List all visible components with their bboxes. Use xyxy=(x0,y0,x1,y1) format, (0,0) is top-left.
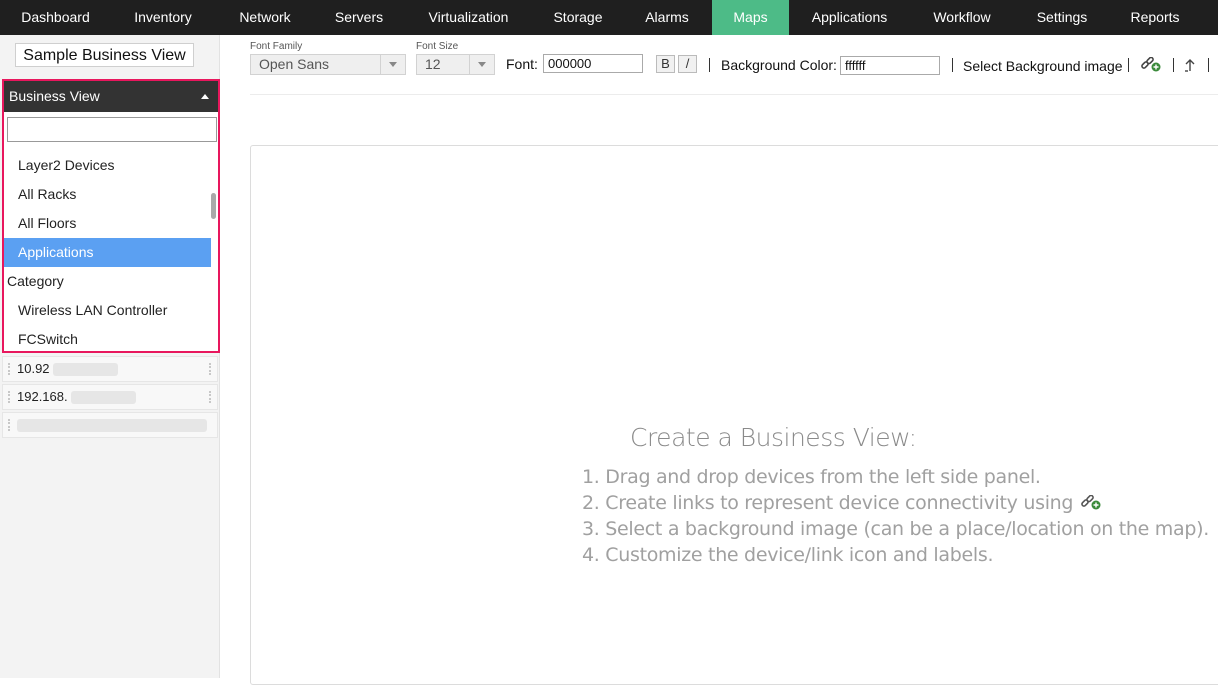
nav-applications[interactable]: Applications xyxy=(789,0,910,35)
device-label: 10.92 xyxy=(17,361,50,376)
font-family-value: Open Sans xyxy=(259,56,330,72)
drag-handle-icon[interactable] xyxy=(8,419,12,431)
option-all-floors[interactable]: All Floors xyxy=(4,209,211,238)
device-list-item[interactable] xyxy=(2,412,218,438)
instruction-step: 3. Select a background image (can be a p… xyxy=(582,518,1209,540)
drag-handle-icon[interactable] xyxy=(209,363,213,375)
add-link-icon xyxy=(1081,494,1101,510)
instruction-step-text: 2. Create links to represent device conn… xyxy=(582,492,1074,514)
dropdown-scrollbar[interactable] xyxy=(211,193,216,219)
nav-inventory[interactable]: Inventory xyxy=(111,0,215,35)
top-nav: Dashboard Inventory Network Servers Virt… xyxy=(0,0,1218,35)
device-list-item[interactable]: 10.92 xyxy=(2,356,218,382)
instructions-title: Create a Business View: xyxy=(630,423,917,452)
instruction-step: 4. Customize the device/link icon and la… xyxy=(582,544,994,566)
business-view-dropdown: Business View Layer2 Devices All Racks A… xyxy=(2,79,220,353)
dropdown-header-label: Business View xyxy=(9,88,100,104)
drag-handle-icon[interactable] xyxy=(8,363,12,375)
toolbar-separator xyxy=(709,58,710,72)
instruction-step: 1. Drag and drop devices from the left s… xyxy=(582,466,1041,488)
nav-storage[interactable]: Storage xyxy=(534,0,622,35)
nav-dashboard[interactable]: Dashboard xyxy=(0,0,111,35)
nav-workflow[interactable]: Workflow xyxy=(910,0,1014,35)
nav-maps[interactable]: Maps xyxy=(712,0,789,35)
select-background-image-link[interactable]: Select Background image xyxy=(963,58,1123,74)
device-list-item[interactable]: 192.168. xyxy=(2,384,218,410)
font-size-label: Font Size xyxy=(416,41,459,52)
redacted-text xyxy=(17,419,207,432)
device-label: 192.168. xyxy=(17,389,68,404)
dropdown-search-input[interactable] xyxy=(7,117,217,142)
chevron-down-icon xyxy=(389,62,397,67)
font-color-label: Font: xyxy=(506,56,538,72)
font-family-label: Font Family xyxy=(250,41,303,52)
option-wireless-lan-controller[interactable]: Wireless LAN Controller xyxy=(4,296,211,325)
toolbar-separator xyxy=(1173,58,1174,72)
toolbar-separator xyxy=(952,58,953,72)
business-view-dropdown-header[interactable]: Business View xyxy=(4,81,218,112)
drag-handle-icon[interactable] xyxy=(8,391,12,403)
option-all-racks[interactable]: All Racks xyxy=(4,180,211,209)
option-applications[interactable]: Applications xyxy=(4,238,211,267)
business-view-name-field[interactable]: Sample Business View xyxy=(15,43,194,67)
nav-virtualization[interactable]: Virtualization xyxy=(403,0,534,35)
font-size-value: 12 xyxy=(425,56,441,72)
toolbar-divider xyxy=(250,94,1218,95)
nav-network[interactable]: Network xyxy=(215,0,315,35)
font-size-select[interactable]: 12 xyxy=(416,54,495,75)
dropdown-option-list: Layer2 Devices All Racks All Floors Appl… xyxy=(4,151,211,351)
nav-reports[interactable]: Reports xyxy=(1110,0,1200,35)
background-color-label: Background Color: xyxy=(721,57,837,73)
drag-handle-icon[interactable] xyxy=(209,391,213,403)
instruction-step: 2. Create links to represent device conn… xyxy=(582,492,1103,514)
font-color-input[interactable] xyxy=(543,54,643,73)
nav-alarms[interactable]: Alarms xyxy=(622,0,712,35)
add-link-icon[interactable] xyxy=(1139,57,1163,73)
nav-settings[interactable]: Settings xyxy=(1014,0,1110,35)
background-color-input[interactable] xyxy=(840,56,940,75)
option-group-category: Category xyxy=(7,273,64,289)
option-fcswitch[interactable]: FCSwitch xyxy=(4,325,211,351)
upload-icon[interactable] xyxy=(1182,56,1198,74)
business-view-canvas[interactable] xyxy=(250,145,1218,685)
italic-button[interactable]: / xyxy=(678,55,697,73)
option-layer2-devices[interactable]: Layer2 Devices xyxy=(4,151,211,180)
redacted-text xyxy=(71,391,136,404)
dropdown-arrow-area xyxy=(380,55,405,74)
caret-up-icon xyxy=(201,94,209,99)
dropdown-arrow-area xyxy=(469,55,494,74)
redacted-text xyxy=(53,363,118,376)
toolbar-separator xyxy=(1128,58,1129,72)
bold-button[interactable]: B xyxy=(656,55,675,73)
chevron-down-icon xyxy=(478,62,486,67)
toolbar-separator xyxy=(1208,58,1209,72)
nav-servers[interactable]: Servers xyxy=(315,0,403,35)
font-family-select[interactable]: Open Sans xyxy=(250,54,406,75)
